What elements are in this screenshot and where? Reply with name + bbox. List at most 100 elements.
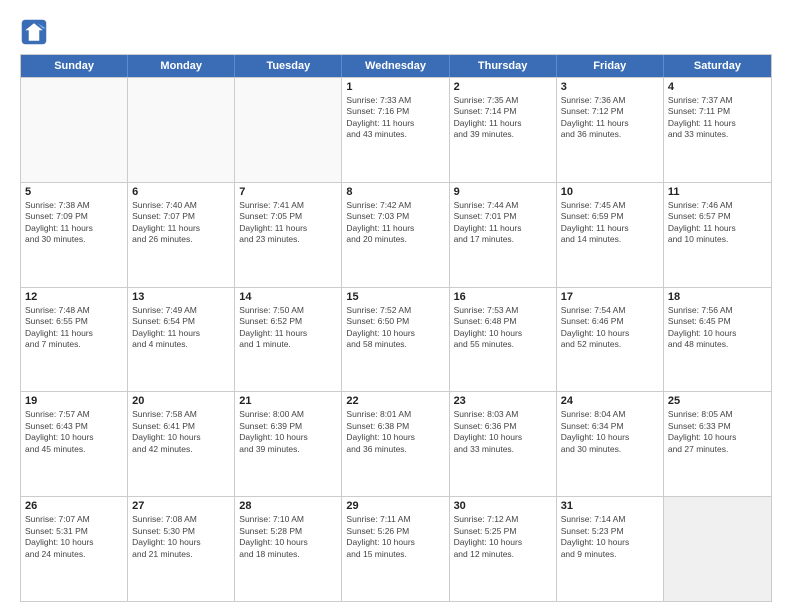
cell-line: Sunrise: 7:08 AM [132,514,230,525]
cell-line: Sunrise: 7:41 AM [239,200,337,211]
cell-line: Sunrise: 7:54 AM [561,305,659,316]
day-number: 10 [561,186,659,198]
calendar-cell: 6Sunrise: 7:40 AMSunset: 7:07 PMDaylight… [128,183,235,287]
cell-line: Daylight: 10 hours [25,432,123,443]
day-number: 23 [454,395,552,407]
cell-line: Daylight: 11 hours [668,118,767,129]
cell-line: and 33 minutes. [454,444,552,455]
calendar-cell: 11Sunrise: 7:46 AMSunset: 6:57 PMDayligh… [664,183,771,287]
cell-line: Daylight: 10 hours [346,432,444,443]
header-day-sunday: Sunday [21,55,128,77]
calendar-cell: 21Sunrise: 8:00 AMSunset: 6:39 PMDayligh… [235,392,342,496]
calendar-cell: 25Sunrise: 8:05 AMSunset: 6:33 PMDayligh… [664,392,771,496]
cell-line: Sunrise: 8:00 AM [239,409,337,420]
cell-line: Daylight: 10 hours [454,537,552,548]
calendar-cell: 3Sunrise: 7:36 AMSunset: 7:12 PMDaylight… [557,78,664,182]
cell-line: Daylight: 11 hours [346,118,444,129]
cell-line: Sunset: 6:34 PM [561,421,659,432]
cell-line: Daylight: 10 hours [346,537,444,548]
cell-line: Daylight: 10 hours [239,537,337,548]
calendar-body: 1Sunrise: 7:33 AMSunset: 7:16 PMDaylight… [21,77,771,601]
day-number: 18 [668,291,767,303]
cell-line: and 10 minutes. [668,234,767,245]
day-number: 2 [454,81,552,93]
cell-line: Sunrise: 8:01 AM [346,409,444,420]
day-number: 31 [561,500,659,512]
cell-line: Sunrise: 7:11 AM [346,514,444,525]
cell-line: Daylight: 10 hours [239,432,337,443]
day-number: 4 [668,81,767,93]
cell-line: Daylight: 10 hours [561,432,659,443]
calendar-row-0: 1Sunrise: 7:33 AMSunset: 7:16 PMDaylight… [21,77,771,182]
logo-icon [20,18,48,46]
cell-line: Sunset: 7:12 PM [561,106,659,117]
cell-line: Daylight: 10 hours [454,328,552,339]
cell-line: Sunset: 6:33 PM [668,421,767,432]
cell-line: Daylight: 11 hours [668,223,767,234]
cell-line: Sunset: 6:57 PM [668,211,767,222]
cell-line: Sunrise: 7:57 AM [25,409,123,420]
cell-line: Sunrise: 7:50 AM [239,305,337,316]
cell-line: Daylight: 11 hours [239,328,337,339]
cell-line: and 1 minute. [239,339,337,350]
cell-line: Daylight: 11 hours [561,118,659,129]
calendar-cell [664,497,771,601]
day-number: 13 [132,291,230,303]
cell-line: and 58 minutes. [346,339,444,350]
cell-line: Sunrise: 7:14 AM [561,514,659,525]
cell-line: and 39 minutes. [239,444,337,455]
cell-line: Sunrise: 8:04 AM [561,409,659,420]
cell-line: Sunset: 7:11 PM [668,106,767,117]
cell-line: Sunrise: 7:33 AM [346,95,444,106]
cell-line: Sunset: 6:48 PM [454,316,552,327]
cell-line: Sunset: 6:45 PM [668,316,767,327]
calendar-cell: 8Sunrise: 7:42 AMSunset: 7:03 PMDaylight… [342,183,449,287]
day-number: 25 [668,395,767,407]
day-number: 6 [132,186,230,198]
day-number: 19 [25,395,123,407]
cell-line: Sunset: 6:55 PM [25,316,123,327]
calendar-cell [128,78,235,182]
cell-line: Daylight: 11 hours [132,223,230,234]
cell-line: and 33 minutes. [668,129,767,140]
cell-line: Sunrise: 7:37 AM [668,95,767,106]
cell-line: Daylight: 11 hours [132,328,230,339]
day-number: 7 [239,186,337,198]
cell-line: and 26 minutes. [132,234,230,245]
day-number: 3 [561,81,659,93]
cell-line: Sunset: 7:07 PM [132,211,230,222]
cell-line: Daylight: 11 hours [25,223,123,234]
cell-line: Daylight: 11 hours [25,328,123,339]
calendar-cell: 10Sunrise: 7:45 AMSunset: 6:59 PMDayligh… [557,183,664,287]
cell-line: and 48 minutes. [668,339,767,350]
cell-line: Sunset: 7:16 PM [346,106,444,117]
day-number: 24 [561,395,659,407]
cell-line: Sunset: 5:26 PM [346,526,444,537]
calendar-cell: 7Sunrise: 7:41 AMSunset: 7:05 PMDaylight… [235,183,342,287]
cell-line: Daylight: 11 hours [454,118,552,129]
cell-line: Sunset: 6:52 PM [239,316,337,327]
cell-line: Daylight: 10 hours [668,328,767,339]
calendar-cell: 13Sunrise: 7:49 AMSunset: 6:54 PMDayligh… [128,288,235,392]
cell-line: Sunset: 6:36 PM [454,421,552,432]
day-number: 9 [454,186,552,198]
header-day-saturday: Saturday [664,55,771,77]
cell-line: Sunset: 5:23 PM [561,526,659,537]
day-number: 16 [454,291,552,303]
calendar-cell: 28Sunrise: 7:10 AMSunset: 5:28 PMDayligh… [235,497,342,601]
calendar-cell: 5Sunrise: 7:38 AMSunset: 7:09 PMDaylight… [21,183,128,287]
cell-line: and 7 minutes. [25,339,123,350]
cell-line: Sunset: 7:14 PM [454,106,552,117]
cell-line: and 36 minutes. [561,129,659,140]
cell-line: and 9 minutes. [561,549,659,560]
cell-line: Daylight: 11 hours [561,223,659,234]
calendar: SundayMondayTuesdayWednesdayThursdayFrid… [20,54,772,602]
calendar-row-1: 5Sunrise: 7:38 AMSunset: 7:09 PMDaylight… [21,182,771,287]
calendar-cell: 16Sunrise: 7:53 AMSunset: 6:48 PMDayligh… [450,288,557,392]
cell-line: Sunrise: 7:35 AM [454,95,552,106]
cell-line: Sunset: 6:50 PM [346,316,444,327]
cell-line: Daylight: 10 hours [25,537,123,548]
header-day-monday: Monday [128,55,235,77]
cell-line: Sunset: 5:25 PM [454,526,552,537]
day-number: 1 [346,81,444,93]
